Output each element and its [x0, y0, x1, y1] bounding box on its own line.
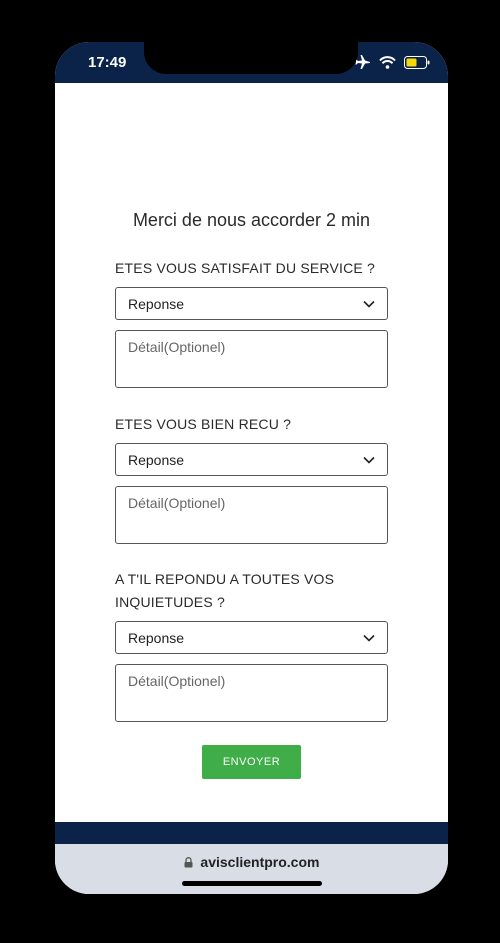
detail-placeholder: Détail(Optionel) — [128, 673, 226, 689]
home-indicator[interactable] — [182, 881, 322, 886]
status-icons — [355, 54, 430, 75]
survey-page: Merci de nous accorder 2 min ETES VOUS S… — [55, 83, 448, 822]
question-label-3: A T'IL REPONDU A TOUTES VOS INQUIETUDES … — [115, 568, 395, 614]
lock-icon — [184, 854, 201, 870]
submit-button[interactable]: ENVOYER — [202, 745, 301, 779]
status-time: 17:49 — [88, 54, 127, 71]
question-label-3-line-2: INQUIETUDES ? — [115, 594, 225, 610]
url-display: avisclientpro.com — [55, 854, 448, 870]
detail-textarea-3[interactable]: Détail(Optionel) — [115, 664, 388, 722]
detail-placeholder: Détail(Optionel) — [128, 495, 226, 511]
select-value: Reponse — [128, 296, 185, 312]
select-value: Reponse — [128, 452, 185, 468]
status-bar: 17:49 — [55, 42, 448, 83]
browser-url-bar[interactable]: avisclientpro.com — [55, 844, 448, 894]
page-title: Merci de nous accorder 2 min — [132, 210, 371, 230]
detail-textarea-2[interactable]: Détail(Optionel) — [115, 486, 388, 544]
response-select-2[interactable]: Reponse — [115, 443, 388, 476]
notch — [144, 42, 358, 74]
phone-screen: 17:49 Merci de nous accorder 2 min ETES … — [55, 42, 448, 894]
chevron-down-icon — [363, 297, 375, 315]
question-label-1: ETES VOUS SATISFAIT DU SERVICE ? — [115, 260, 376, 276]
chevron-down-icon — [363, 453, 375, 471]
response-select-1[interactable]: Reponse — [115, 287, 388, 320]
wifi-icon — [379, 55, 396, 74]
detail-placeholder: Détail(Optionel) — [128, 339, 226, 355]
bottom-bar — [55, 822, 448, 844]
battery-icon — [404, 55, 430, 74]
question-label-2: ETES VOUS BIEN RECU ? — [115, 416, 292, 432]
detail-textarea-1[interactable]: Détail(Optionel) — [115, 330, 388, 388]
question-label-3-line-1: A T'IL REPONDU A TOUTES VOS — [115, 571, 335, 587]
chevron-down-icon — [363, 631, 375, 649]
url-text: avisclientpro.com — [200, 854, 320, 870]
select-value: Reponse — [128, 630, 185, 646]
response-select-3[interactable]: Reponse — [115, 621, 388, 654]
